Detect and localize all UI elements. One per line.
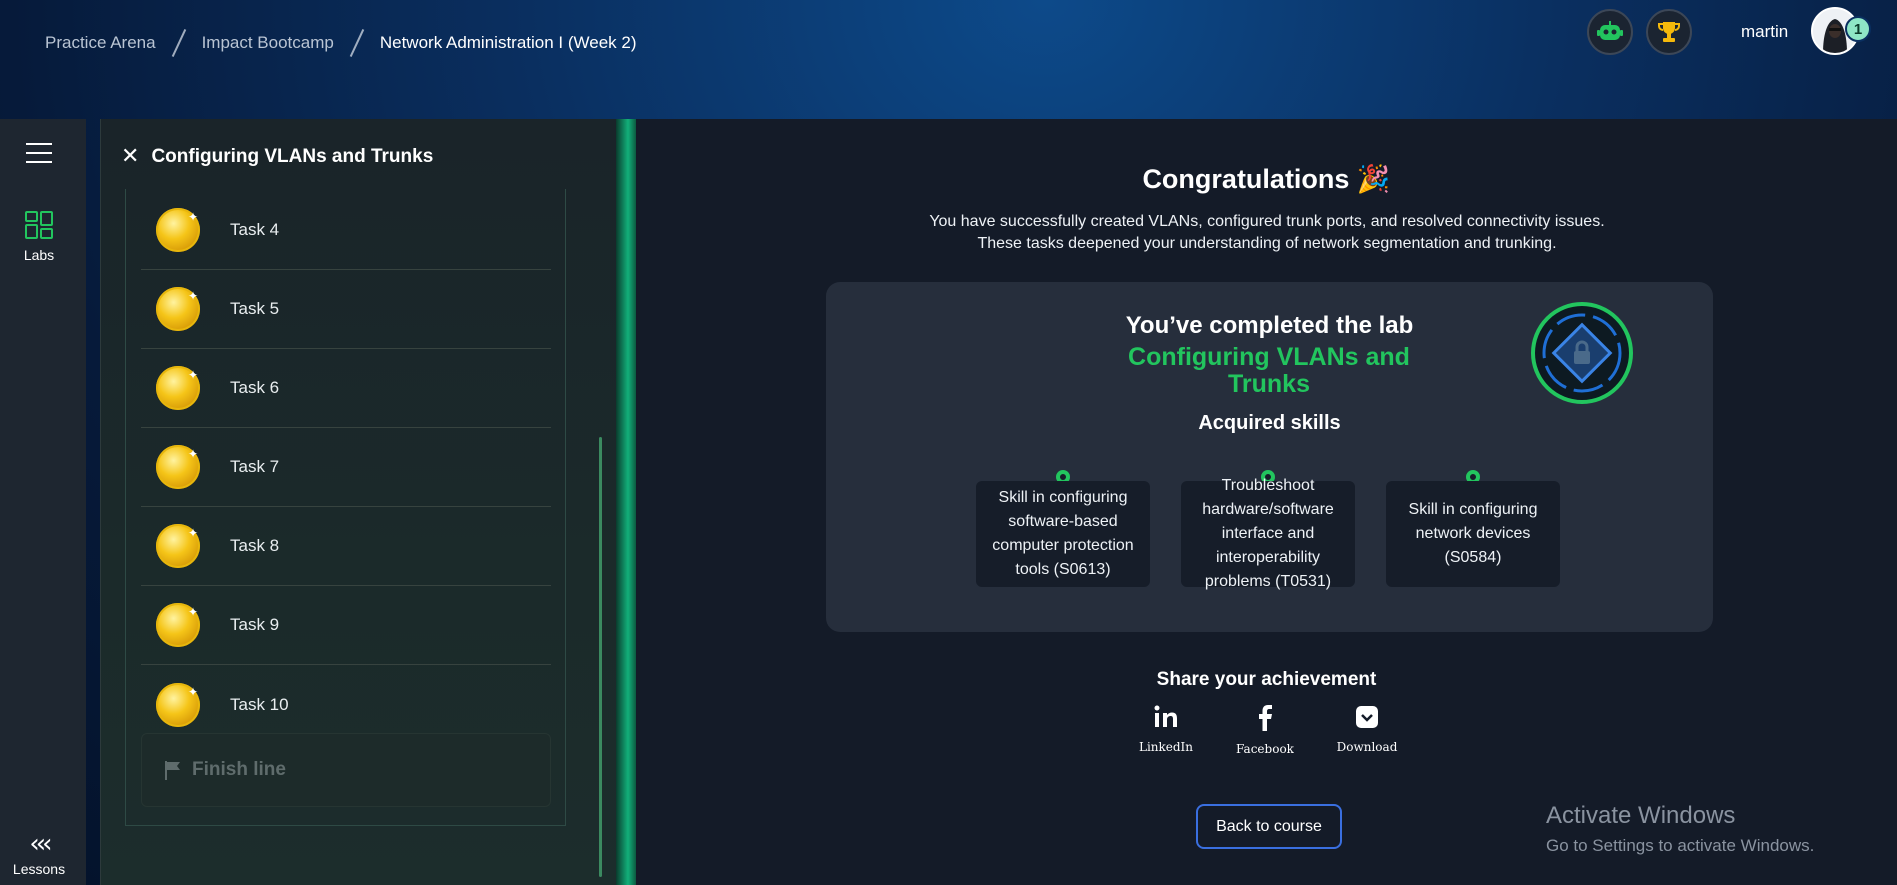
facebook-icon — [1259, 705, 1272, 731]
finish-line-label: Finish line — [192, 759, 286, 780]
rail-item-labs[interactable]: Labs — [0, 211, 78, 263]
skill-card: Skill in configuring network devices (S0… — [1386, 481, 1560, 587]
task-label: Task 9 — [230, 615, 280, 634]
top-bar: Practice Arena Impact Bootcamp Network A… — [0, 0, 1897, 120]
congrats-description: You have successfully created VLANs, con… — [929, 213, 1605, 252]
download-icon — [1356, 706, 1378, 728]
panel-header: ✕ Configuring VLANs and Trunks — [121, 144, 433, 169]
gold-coin-icon — [156, 524, 200, 568]
back-to-course-button[interactable]: Back to course — [1196, 804, 1342, 849]
notification-badge[interactable]: 1 — [1845, 16, 1871, 42]
task-item[interactable]: Task 7 — [141, 428, 551, 507]
padlock-badge-icon — [1542, 313, 1622, 393]
gold-coin-icon — [156, 366, 200, 410]
completion-card: You’ve completed the lab Configuring VLA… — [826, 282, 1713, 632]
share-heading: Share your achievement — [1156, 669, 1377, 690]
breadcrumb-impact-bootcamp[interactable]: Impact Bootcamp — [202, 33, 334, 53]
robot-icon — [1597, 21, 1623, 40]
windows-activation-watermark: Activate Windows Go to Settings to activ… — [1546, 802, 1814, 856]
panel-title: Configuring VLANs and Trunks — [151, 145, 434, 167]
task-label: Task 10 — [230, 694, 289, 714]
finish-line-item[interactable]: Finish line — [141, 733, 551, 807]
breadcrumb-separator — [349, 28, 365, 58]
gold-coin-icon — [156, 682, 200, 727]
breadcrumb-practice-arena[interactable]: Practice Arena — [45, 33, 156, 53]
grid-icon — [25, 211, 53, 239]
linkedin-icon — [1154, 705, 1177, 727]
share-facebook-label: Facebook — [1236, 742, 1294, 756]
trophy-icon — [1658, 22, 1680, 42]
task-label: Task 4 — [230, 220, 280, 239]
task-panel: ✕ Configuring VLANs and Trunks Task 4 Ta… — [100, 119, 616, 885]
achievements-button[interactable] — [1646, 9, 1692, 55]
task-item[interactable]: Task 5 — [141, 270, 551, 349]
download-label: Download — [1336, 740, 1398, 754]
share-linkedin-button[interactable]: LinkedIn — [1121, 705, 1211, 754]
task-label: Task 6 — [230, 378, 280, 397]
task-label: Task 7 — [230, 457, 280, 476]
lab-badge — [1531, 302, 1633, 404]
flag-icon — [165, 761, 180, 780]
rail-lessons-label: Lessons — [12, 861, 66, 877]
skill-card: Skill in configuring software-based comp… — [976, 481, 1150, 587]
breadcrumb-current-course: Network Administration I (Week 2) — [379, 33, 637, 52]
assistant-bot-button[interactable] — [1587, 9, 1633, 55]
download-button[interactable]: Download — [1322, 705, 1412, 754]
congrats-heading: Congratulations 🎉 — [1142, 164, 1391, 194]
chevrons-left-icon: ‹‹‹ — [29, 829, 52, 859]
task-label: Task 8 — [230, 536, 280, 555]
task-list: Task 4 Task 5 Task 6 Task 7 Task 8 Task … — [141, 191, 551, 744]
main-content: Congratulations 🎉 You have successfully … — [636, 119, 1897, 885]
gold-coin-icon — [156, 603, 200, 647]
panel-edge-decoration — [616, 119, 636, 885]
task-label: Task 5 — [230, 299, 280, 318]
skills-heading: Acquired skills — [1198, 412, 1341, 434]
username[interactable]: martin — [1741, 22, 1788, 42]
gold-coin-icon — [156, 208, 200, 252]
gold-coin-icon — [156, 445, 200, 489]
panel-scrollbar[interactable] — [599, 437, 602, 877]
breadcrumb: Practice Arena Impact Bootcamp Network A… — [45, 28, 637, 58]
task-item[interactable]: Task 6 — [141, 349, 551, 428]
task-item[interactable]: Task 8 — [141, 507, 551, 586]
menu-icon[interactable] — [26, 143, 52, 163]
share-facebook-button[interactable]: Facebook — [1220, 705, 1310, 756]
watermark-line-1: Activate Windows — [1546, 802, 1736, 829]
lab-name: Configuring VLANs and Trunks — [1128, 343, 1410, 398]
skill-card: Troubleshoot hardware/software interface… — [1181, 477, 1355, 590]
task-item[interactable]: Task 4 — [141, 191, 551, 270]
left-rail: Labs ‹‹‹ Lessons — [0, 119, 86, 885]
watermark-line-2: Go to Settings to activate Windows. — [1546, 836, 1815, 855]
close-icon[interactable]: ✕ — [121, 144, 139, 169]
share-linkedin-label: LinkedIn — [1138, 740, 1194, 754]
gold-coin-icon — [156, 287, 200, 331]
breadcrumb-separator — [171, 28, 186, 58]
rail-item-lessons[interactable]: ‹‹‹ Lessons — [0, 829, 78, 877]
task-item[interactable]: Task 9 — [141, 586, 551, 665]
rail-labs-label: Labs — [23, 247, 55, 263]
